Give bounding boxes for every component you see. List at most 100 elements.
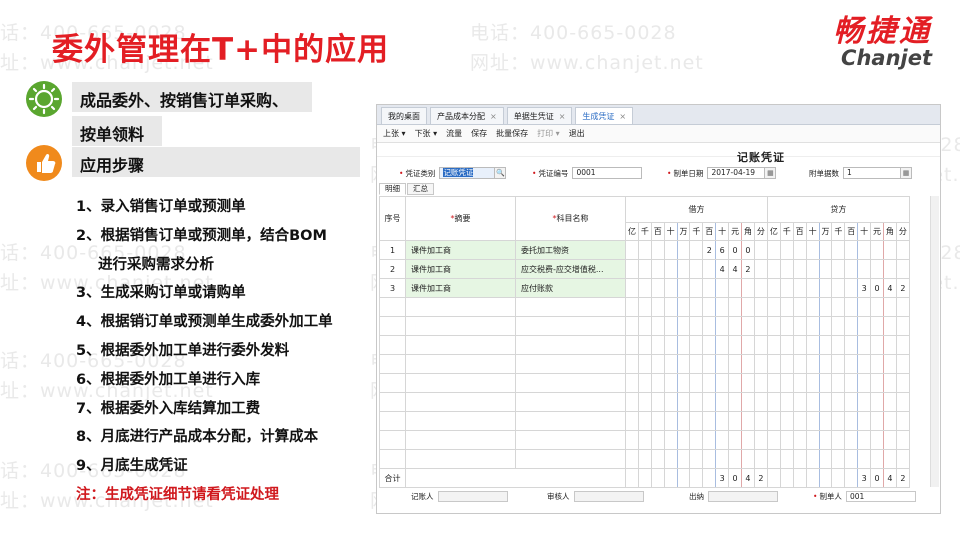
amount-digit-cell[interactable]: 2 [895,468,910,488]
account-cell[interactable]: 应付账款 [515,278,626,298]
amount-digit-cell[interactable] [753,335,768,355]
amount-digit-cell[interactable] [805,411,820,431]
amount-digit-cell[interactable] [663,468,678,488]
voucher-row[interactable] [379,373,910,393]
amount-digit-cell[interactable] [689,392,704,412]
amount-digit-cell[interactable] [882,430,897,450]
close-icon[interactable]: × [619,112,626,121]
amount-digit-cell[interactable] [870,316,884,336]
amount-digit-cell[interactable] [805,316,820,336]
close-icon[interactable]: × [559,112,566,121]
calendar-icon[interactable]: ▦ [901,167,912,179]
amount-digit-cell[interactable] [870,297,884,317]
amount-digit-cell[interactable]: 0 [728,240,743,260]
amount-digit-cell[interactable] [689,373,704,393]
amount-digit-cell[interactable] [779,259,794,279]
amount-digit-cell[interactable] [702,468,717,488]
amount-digit-cell[interactable] [857,259,872,279]
amount-digit-cell[interactable] [792,392,807,412]
amount-digit-cell[interactable] [650,449,665,469]
flow-button[interactable]: 流量 [446,128,462,139]
amount-digit-cell[interactable] [676,468,691,488]
amount-digit-cell[interactable] [728,354,743,374]
amount-digit-cell[interactable] [676,449,691,469]
amount-digit-cell[interactable]: 2 [895,278,910,298]
amount-digit-cell[interactable] [779,468,794,488]
amount-digit-cell[interactable] [676,335,691,355]
amount-digit-cell[interactable] [766,449,781,469]
amount-digit-cell[interactable] [702,335,717,355]
amount-digit-cell[interactable] [637,373,652,393]
amount-digit-cell[interactable] [831,259,846,279]
amount-digit-cell[interactable] [895,259,910,279]
amount-digit-cell[interactable] [689,278,704,298]
amount-digit-cell[interactable] [857,449,872,469]
amount-digit-cell[interactable] [625,354,639,374]
grid-scrollbar[interactable] [930,196,939,487]
amount-digit-cell[interactable] [882,411,897,431]
voucher-row[interactable]: 3 课件加工商 应付账款 3 0 4 2 [379,278,910,298]
amount-digit-cell[interactable] [702,259,717,279]
amount-digit-cell[interactable]: 3 [715,468,730,488]
account-cell[interactable]: 应交税费-应交增值税... [515,259,626,279]
amount-digit-cell[interactable] [676,373,691,393]
amount-digit-cell[interactable] [870,430,884,450]
amount-digit-cell[interactable] [818,392,833,412]
amount-digit-cell[interactable]: 3 [857,468,872,488]
amount-digit-cell[interactable] [625,449,639,469]
amount-digit-cell[interactable] [741,297,755,317]
amount-digit-cell[interactable] [728,411,743,431]
amount-digit-cell[interactable] [741,373,755,393]
amount-digit-cell[interactable] [689,430,704,450]
amount-digit-cell[interactable]: 2 [702,240,717,260]
amount-digit-cell[interactable] [676,411,691,431]
amount-digit-cell[interactable]: 2 [741,259,755,279]
amount-digit-cell[interactable] [676,278,691,298]
amount-digit-cell[interactable] [831,411,846,431]
amount-digit-cell[interactable] [766,240,781,260]
amount-digit-cell[interactable] [792,316,807,336]
amount-digit-cell[interactable] [753,430,768,450]
amount-digit-cell[interactable] [844,373,859,393]
amount-digit-cell[interactable] [805,430,820,450]
amount-digit-cell[interactable] [637,354,652,374]
amount-digit-cell[interactable] [650,411,665,431]
amount-digit-cell[interactable]: 0 [870,468,884,488]
amount-digit-cell[interactable] [818,335,833,355]
amount-digit-cell[interactable] [792,373,807,393]
amount-digit-cell[interactable] [766,259,781,279]
amount-digit-cell[interactable] [650,297,665,317]
amount-digit-cell[interactable] [663,240,678,260]
amount-digit-cell[interactable] [650,316,665,336]
amount-digit-cell[interactable] [702,373,717,393]
amount-digit-cell[interactable] [728,392,743,412]
amount-digit-cell[interactable] [870,335,884,355]
amount-digit-cell[interactable] [779,430,794,450]
amount-digit-cell[interactable] [753,259,768,279]
amount-digit-cell[interactable] [805,259,820,279]
amount-digit-cell[interactable] [715,354,730,374]
voucher-row[interactable] [379,392,910,412]
amount-digit-cell[interactable]: 0 [728,468,743,488]
amount-digit-cell[interactable] [676,354,691,374]
amount-digit-cell[interactable] [844,240,859,260]
amount-digit-cell[interactable] [766,316,781,336]
amount-digit-cell[interactable] [663,430,678,450]
amount-digit-cell[interactable] [741,449,755,469]
amount-digit-cell[interactable] [625,240,639,260]
amount-digit-cell[interactable] [637,297,652,317]
account-cell[interactable] [515,392,626,412]
amount-digit-cell[interactable] [625,259,639,279]
prev-button[interactable]: 上张 ▾ [383,128,406,139]
amount-digit-cell[interactable] [895,411,910,431]
amount-digit-cell[interactable] [805,449,820,469]
amount-digit-cell[interactable] [857,240,872,260]
amount-digit-cell[interactable] [895,297,910,317]
amount-digit-cell[interactable] [895,449,910,469]
voucher-row[interactable] [379,297,910,317]
amount-digit-cell[interactable] [753,354,768,374]
summary-cell[interactable] [405,316,516,336]
amount-digit-cell[interactable] [766,354,781,374]
amount-digit-cell[interactable] [792,430,807,450]
amount-digit-cell[interactable] [689,468,704,488]
